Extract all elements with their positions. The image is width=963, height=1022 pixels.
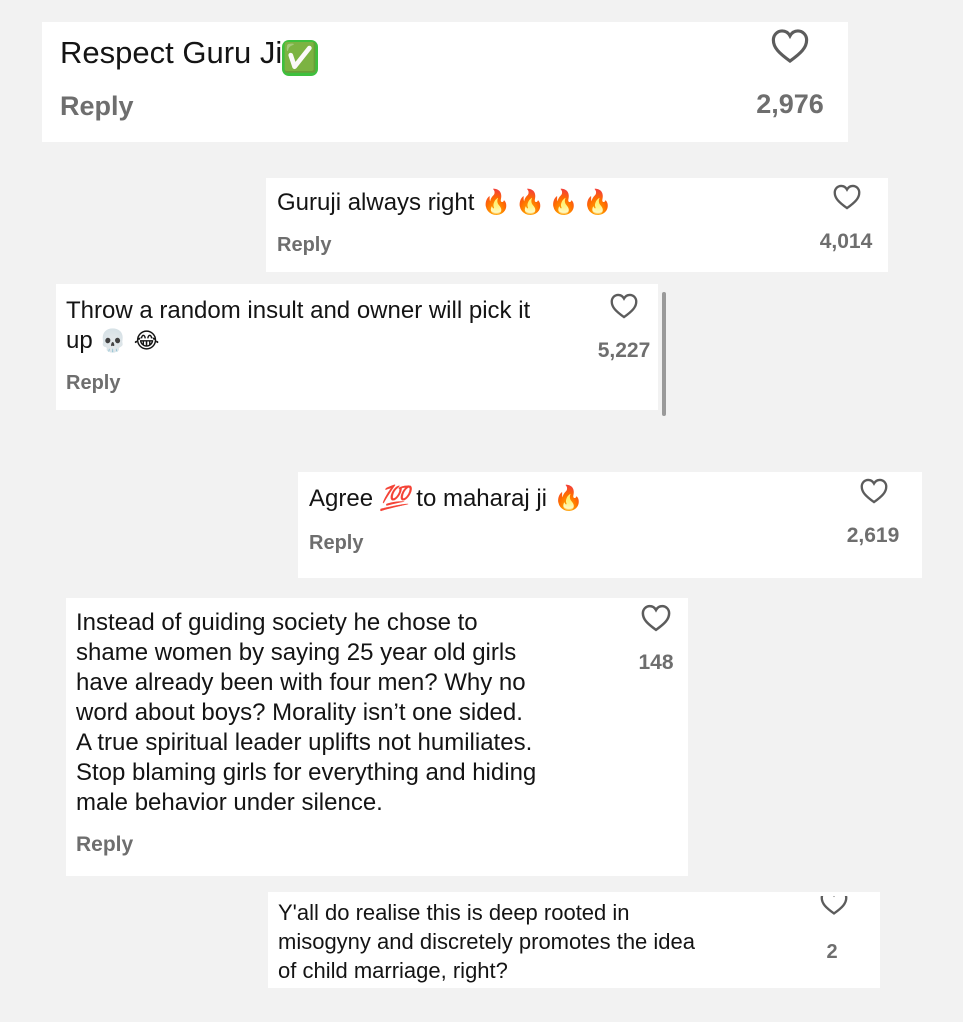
- scrollbar[interactable]: [662, 292, 666, 416]
- heart-outline-icon[interactable]: [771, 28, 809, 64]
- like-count: 5,227: [597, 339, 651, 362]
- hundred-emoji: 💯: [379, 484, 410, 512]
- heart-outline-icon[interactable]: [820, 896, 848, 918]
- fire-emoji: 🔥🔥🔥🔥: [481, 188, 617, 216]
- comment-text: Y'all do realise this is deep rooted in …: [278, 900, 695, 983]
- like-count: 4,014: [819, 230, 873, 253]
- like-count: 2: [826, 941, 838, 963]
- comment-text: Agree 💯 to maharaj ji 🔥: [309, 484, 584, 512]
- fire-emoji: 🔥: [553, 484, 584, 512]
- comment-text: Respect Guru Ji✅: [60, 35, 319, 76]
- reply-button[interactable]: Reply: [277, 232, 331, 258]
- like-count: 2,976: [756, 89, 824, 119]
- heart-outline-icon[interactable]: [860, 478, 888, 504]
- skull-laugh-emoji: 💀 😂: [99, 329, 160, 354]
- comment-text: Guruji always right 🔥🔥🔥🔥: [277, 188, 617, 216]
- heart-outline-icon[interactable]: [610, 293, 638, 319]
- heart-outline-icon[interactable]: [833, 184, 861, 210]
- reply-button[interactable]: Reply: [60, 90, 134, 122]
- reply-button[interactable]: Reply: [66, 370, 120, 396]
- reply-button[interactable]: Reply: [309, 530, 363, 556]
- comment-text: Throw a random insult and owner will pic…: [66, 297, 531, 354]
- like-count: 2,619: [846, 524, 900, 547]
- comment-text: Instead of guiding society he chose to s…: [76, 609, 537, 816]
- like-count: 148: [638, 651, 674, 674]
- reply-button[interactable]: Reply: [76, 832, 133, 858]
- check-emoji: ✅: [282, 40, 319, 76]
- heart-outline-icon[interactable]: [641, 604, 671, 632]
